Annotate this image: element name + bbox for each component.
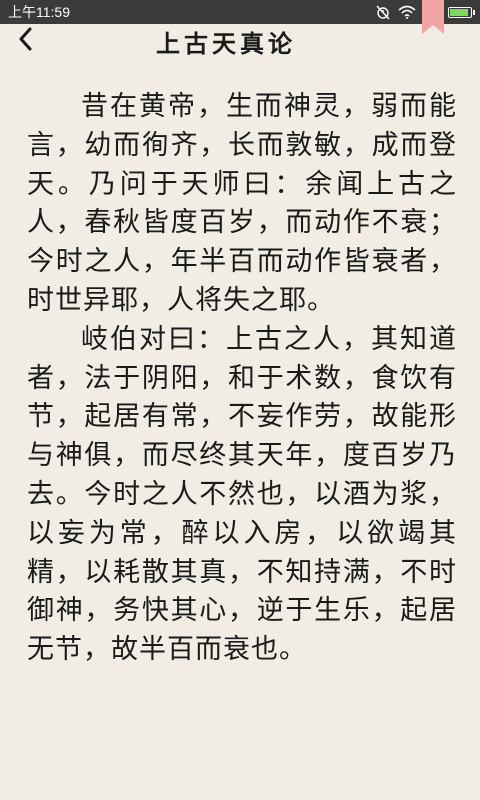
bookmark-ribbon-icon[interactable] [422, 0, 444, 34]
alarm-off-icon [375, 4, 391, 20]
status-bar: 上午11:59 [0, 0, 480, 24]
title-bar: 上古天真论 [0, 24, 480, 58]
battery-outline [448, 6, 475, 18]
wifi-icon [398, 5, 416, 19]
paragraph: 岐伯对曰：上古之人，其知道者，法于阴阳，和于术数，食饮有节，起居有常，不妄作劳，… [27, 323, 457, 666]
status-left: 上午11:59 [8, 2, 70, 22]
chevron-left-icon [18, 27, 32, 55]
page-title: 上古天真论 [156, 28, 296, 58]
status-time: 上午11:59 [8, 4, 70, 20]
article-body: 昔在黄帝，生而神灵，弱而能言，幼而徇齐，长而敦敏，成而登天。乃问于天师曰：余闻上… [27, 88, 457, 670]
back-button[interactable] [18, 26, 50, 56]
paragraph: 昔在黄帝，生而神灵，弱而能言，幼而徇齐，长而敦敏，成而登天。乃问于天师曰：余闻上… [27, 91, 457, 316]
battery-icon [448, 6, 475, 18]
battery-level [450, 8, 468, 16]
